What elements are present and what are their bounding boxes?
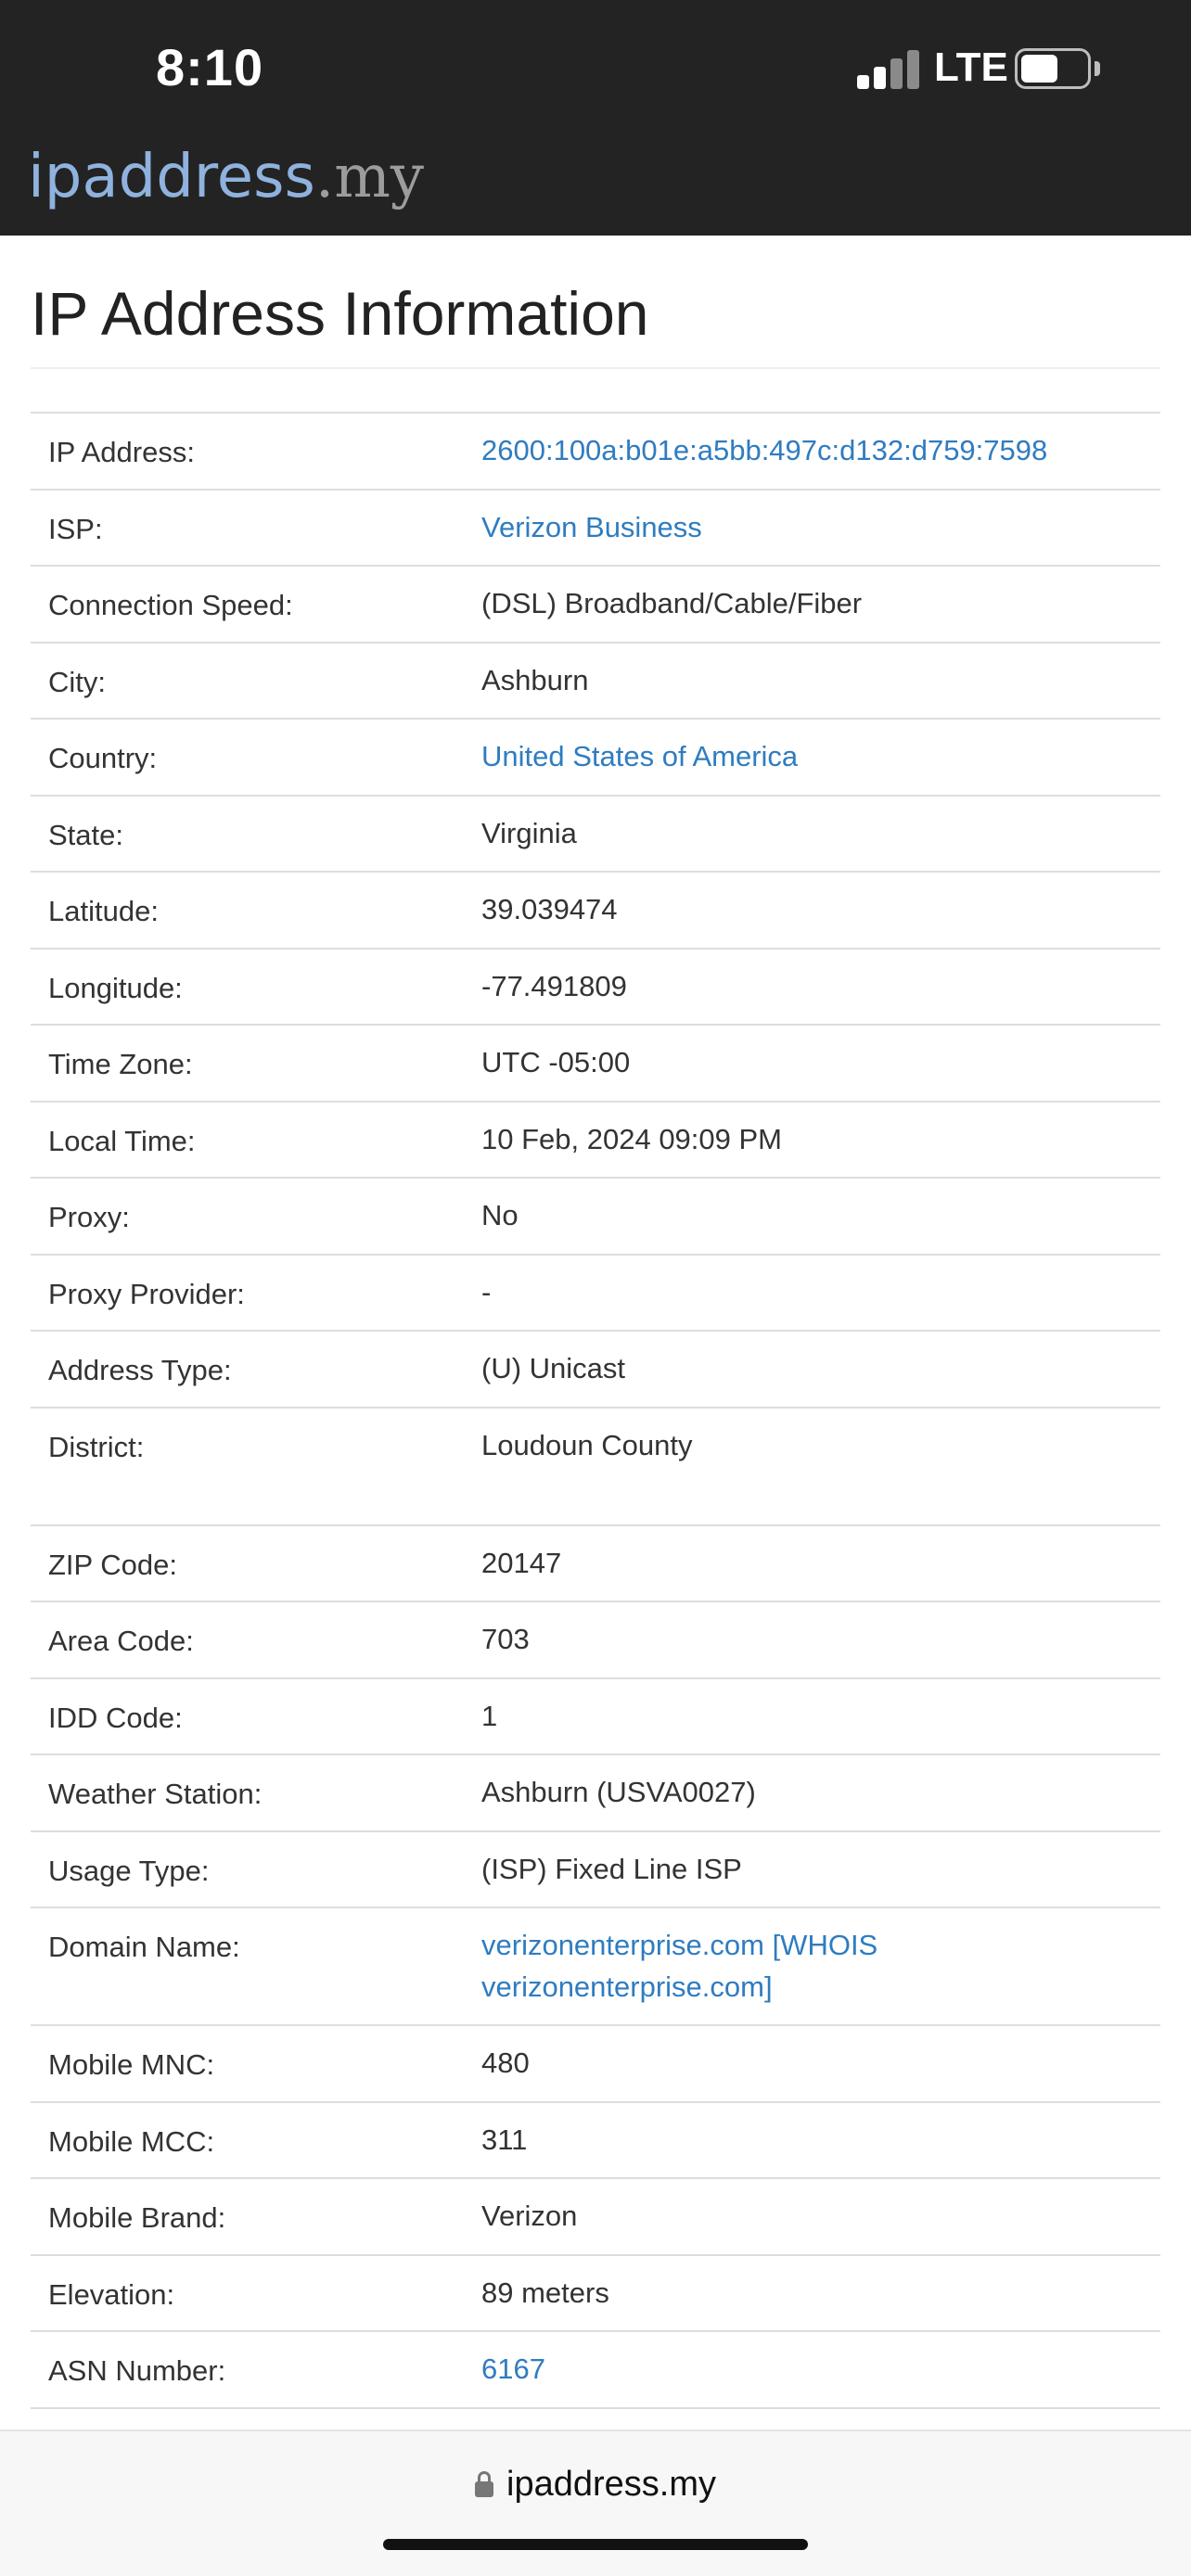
row-value-link[interactable]: 6167 [481,2326,1160,2390]
row-label: Longitude: [48,971,183,1004]
table-row: Elevation: 89 meters [31,2256,1160,2332]
row-label: ASN Number: [48,2354,226,2387]
table-row: Time Zone: UTC -05:00 [31,1026,1160,1103]
signal-bar [874,67,886,89]
row-value-link[interactable]: United States of America [481,713,1160,777]
row-label: Country: [48,742,158,774]
signal-strength-icon [857,48,920,89]
row-label: IDD Code: [48,1701,183,1734]
row-label: Weather Station: [48,1778,263,1810]
title-divider [31,367,1160,369]
ip-info-table: IP Address: 2600:100a:b01e:a5bb:497c:d132… [31,412,1160,2409]
page-title: IP Address Information [31,279,649,348]
table-row: District: Loudoun County [31,1409,1160,1526]
table-row: Address Type: (U) Unicast [31,1332,1160,1409]
row-label: Mobile MNC: [48,2048,215,2081]
row-label: ISP: [48,512,103,545]
row-label: Area Code: [48,1625,194,1657]
row-label: Connection Speed: [48,589,293,621]
row-label: Time Zone: [48,1048,193,1080]
table-row: Domain Name: verizonenterprise.com [WHOIS… [31,1908,1160,2026]
row-label: Elevation: [48,2277,175,2311]
top-header: 8:10 LTE ipaddress.my [0,0,1191,236]
row-label: ZIP Code: [48,1548,178,1581]
signal-bar [857,75,869,89]
row-value-link[interactable]: Verizon Business [481,484,1160,548]
site-logo-tld: .my [314,143,425,211]
table-row: IDD Code: 1 [31,1679,1160,1755]
battery-icon [1015,48,1091,89]
lock-icon [475,2471,493,2497]
row-value: (DSL) Broadband/Cable/Fiber [481,587,863,619]
row-value: Verizon [481,2200,578,2232]
table-row: ZIP Code: 20147 [31,1526,1160,1602]
row-value: (ISP) Fixed Line ISP [481,1852,742,1885]
row-value: - [481,1275,492,1308]
row-label: State: [48,818,123,851]
battery-fill [1021,55,1057,83]
row-value: Ashburn [481,663,589,696]
table-row: Latitude: 39.039474 [31,873,1160,950]
signal-bar [890,58,903,89]
table-row: Country: United States of America [31,720,1160,797]
table-row: Mobile MCC: 311 [31,2103,1160,2179]
row-value: Loudoun County [481,1428,693,1461]
table-row: IP Address: 2600:100a:b01e:a5bb:497c:d132… [31,414,1160,491]
row-label: Proxy: [48,1201,130,1233]
row-label: District: [48,1430,145,1463]
row-label: City: [48,665,106,698]
row-value-link[interactable]: 2600:100a:b01e:a5bb:497c:d132:d759:7598 [481,407,1160,471]
table-row: Usage Type: (ISP) Fixed Line ISP [31,1832,1160,1908]
row-value: 20147 [481,1546,562,1579]
row-label: Latitude: [48,895,159,927]
row-value: 1 [481,1699,498,1732]
row-label: Mobile MCC: [48,2124,215,2158]
site-logo-link[interactable]: ipaddress.my [28,147,424,207]
row-label: Local Time: [48,1124,196,1157]
table-row: Weather Station: Ashburn (USVA0027) [31,1755,1160,1832]
table-row: ISP: Verizon Business [31,491,1160,567]
address-bar[interactable]: ipaddress.my [0,2465,1191,2505]
row-value: 480 [481,2047,530,2079]
table-row: Proxy Provider: - [31,1256,1160,1332]
url-text: ipaddress.my [506,2465,716,2504]
site-logo-main: ipaddress [28,143,315,211]
row-label: Mobile Brand: [48,2201,226,2234]
row-value-link[interactable]: verizonenterprise.com [WHOIS verizonente… [481,1902,1160,2008]
row-value: 39.039474 [481,893,618,925]
row-value: 311 [481,2123,528,2156]
table-row: Area Code: 703 [31,1602,1160,1679]
row-label: Proxy Provider: [48,1277,245,1310]
row-value: -77.491809 [481,969,627,1002]
row-value: 89 meters [481,2276,609,2309]
row-value: (U) Unicast [481,1352,626,1384]
table-row: ASN Number: 6167 [31,2332,1160,2409]
table-row: State: Virginia [31,797,1160,873]
battery-cap [1095,61,1100,76]
table-row: Mobile MNC: 480 [31,2026,1160,2103]
browser-bottom-bar: ipaddress.my [0,2429,1191,2576]
row-value: 10 Feb, 2024 09:09 PM [481,1122,783,1155]
row-value: 703 [481,1623,530,1655]
table-row: Longitude: -77.491809 [31,950,1160,1026]
row-label: Usage Type: [48,1854,210,1887]
row-label: Domain Name: [48,1931,240,1963]
row-value: Virginia [481,816,577,849]
table-row: Proxy: No [31,1179,1160,1256]
row-value: No [481,1199,519,1231]
network-type: LTE [934,45,1008,90]
signal-bar [907,50,919,89]
table-row: Local Time: 10 Feb, 2024 09:09 PM [31,1103,1160,1179]
row-value: Ashburn (USVA0027) [481,1776,756,1808]
home-indicator[interactable] [383,2539,808,2550]
row-label: Address Type: [48,1354,232,1386]
table-row: City: Ashburn [31,644,1160,720]
table-row: Mobile Brand: Verizon [31,2179,1160,2256]
row-label: IP Address: [48,436,195,468]
table-row: Connection Speed: (DSL) Broadband/Cable/F… [31,567,1160,644]
row-value: UTC -05:00 [481,1046,631,1078]
status-time: 8:10 [156,38,264,96]
